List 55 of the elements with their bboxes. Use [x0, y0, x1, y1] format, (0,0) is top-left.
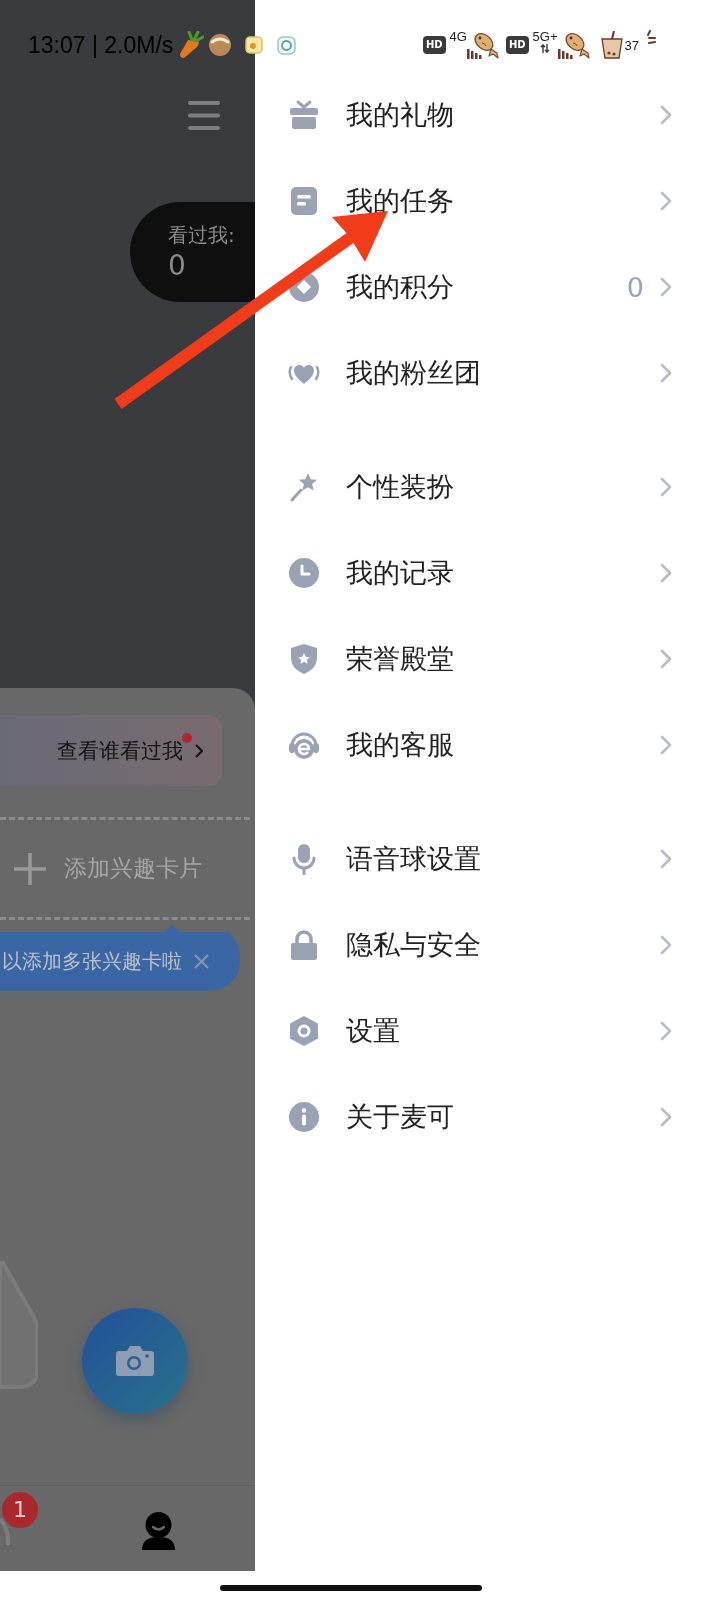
bubble-tea-icon — [599, 31, 624, 59]
hd-badge: HD — [422, 36, 446, 54]
visitors-count: 0 — [168, 249, 187, 283]
menu-item[interactable]: 我的客服 — [255, 702, 702, 788]
menu-item[interactable]: 语音球设置 — [255, 816, 702, 902]
menu-item[interactable]: 我的粉丝团 — [255, 330, 702, 416]
chevron-icon — [660, 735, 672, 755]
close-icon[interactable] — [194, 954, 209, 969]
menu-item[interactable]: 荣誉殿堂 — [255, 616, 702, 702]
chevron-icon — [660, 191, 672, 211]
chevron-icon — [660, 477, 672, 497]
fish-signal-icon — [466, 31, 500, 59]
chevron-icon — [660, 935, 672, 955]
ball-icon — [209, 34, 232, 56]
ring-icon — [277, 35, 297, 55]
carrot-icon — [177, 31, 205, 59]
settings-icon — [288, 1015, 320, 1047]
clock-icon — [288, 557, 320, 589]
status-time: 13:07 | 2.0M/s — [28, 31, 174, 59]
battery-level: 37 — [624, 37, 639, 53]
chevron-icon — [660, 849, 672, 869]
chevron-icon — [660, 105, 672, 125]
chevron-icon — [660, 363, 672, 383]
menu-icon[interactable] — [188, 101, 220, 130]
chevron-icon — [660, 277, 672, 297]
app-icon — [245, 36, 264, 54]
chevron-icon — [660, 563, 672, 583]
camera-icon — [115, 1345, 155, 1377]
shield-icon — [288, 643, 320, 675]
plus-icon — [14, 852, 46, 885]
network-type: 5G+ — [532, 30, 558, 44]
tip-text: 以添加多张兴趣卡啦 — [1, 948, 182, 975]
menu-item[interactable]: 个性装扮 — [255, 444, 702, 530]
menu-item[interactable]: 我的记录 — [255, 530, 702, 616]
chevron-icon — [195, 743, 203, 758]
menu-item[interactable]: 设置 — [255, 988, 702, 1074]
person-icon[interactable] — [140, 1512, 177, 1550]
note-icon — [288, 185, 320, 217]
dash-marks-icon — [646, 30, 656, 45]
who-viewed-me-button[interactable]: 查看谁看过我 — [0, 715, 222, 786]
network-type: 4G — [449, 30, 467, 44]
notification-badge: 1 — [2, 1492, 38, 1528]
menu-item[interactable]: 隐私与安全 — [255, 902, 702, 988]
points-value: 0 — [626, 271, 644, 303]
visitors-label: 看过我: — [168, 222, 236, 249]
chevron-icon — [660, 649, 672, 669]
chevron-icon — [660, 1107, 672, 1127]
fish-signal-icon — [557, 31, 591, 59]
hd-badge: HD — [505, 36, 529, 54]
menu-item[interactable]: 我的礼物 — [255, 72, 702, 158]
gift-icon — [288, 99, 320, 131]
menu-item[interactable]: 关于麦可 — [255, 1074, 702, 1160]
info-icon — [288, 1101, 320, 1133]
lock-icon — [288, 929, 320, 961]
chevron-icon — [660, 1021, 672, 1041]
